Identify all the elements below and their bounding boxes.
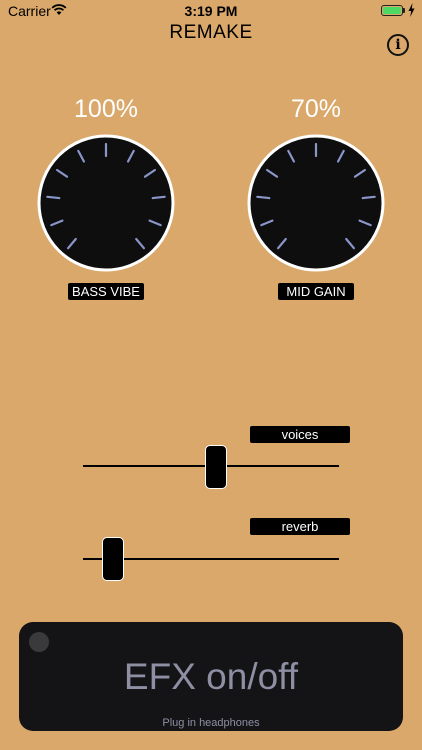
- reverb-label: reverb: [250, 518, 350, 535]
- status-bar: Carrier 3:19 PM: [0, 0, 422, 22]
- clock: 3:19 PM: [184, 3, 238, 19]
- voices-slider-thumb[interactable]: [204, 445, 227, 489]
- knob-tick: [361, 195, 376, 200]
- bass-vibe-value: 100%: [74, 95, 138, 123]
- battery-icon: [381, 5, 403, 16]
- info-button[interactable]: i: [387, 34, 409, 56]
- voices-label: voices: [250, 426, 350, 443]
- mid-gain-label: MID GAIN: [278, 283, 354, 300]
- mid-gain-value: 70%: [290, 95, 342, 123]
- knob-tick: [151, 195, 166, 200]
- info-icon: i: [395, 37, 401, 53]
- knob-tick: [46, 195, 61, 200]
- efx-label: EFX on/off: [123, 656, 299, 697]
- bass-vibe-knob[interactable]: [36, 133, 176, 273]
- charging-bolt-icon: [408, 3, 415, 17]
- knob-tick: [256, 195, 271, 200]
- efx-toggle-button[interactable]: EFX on/off Plug in headphones: [19, 622, 403, 731]
- headphones-hint: Plug in headphones: [162, 717, 260, 729]
- bass-vibe-label: BASS VIBE: [68, 283, 144, 300]
- mid-gain-knob[interactable]: [246, 133, 386, 273]
- reverb-slider-thumb[interactable]: [101, 537, 124, 581]
- battery-cap: [403, 8, 405, 13]
- status-led: [29, 632, 49, 652]
- app-title: REMAKE: [169, 22, 253, 43]
